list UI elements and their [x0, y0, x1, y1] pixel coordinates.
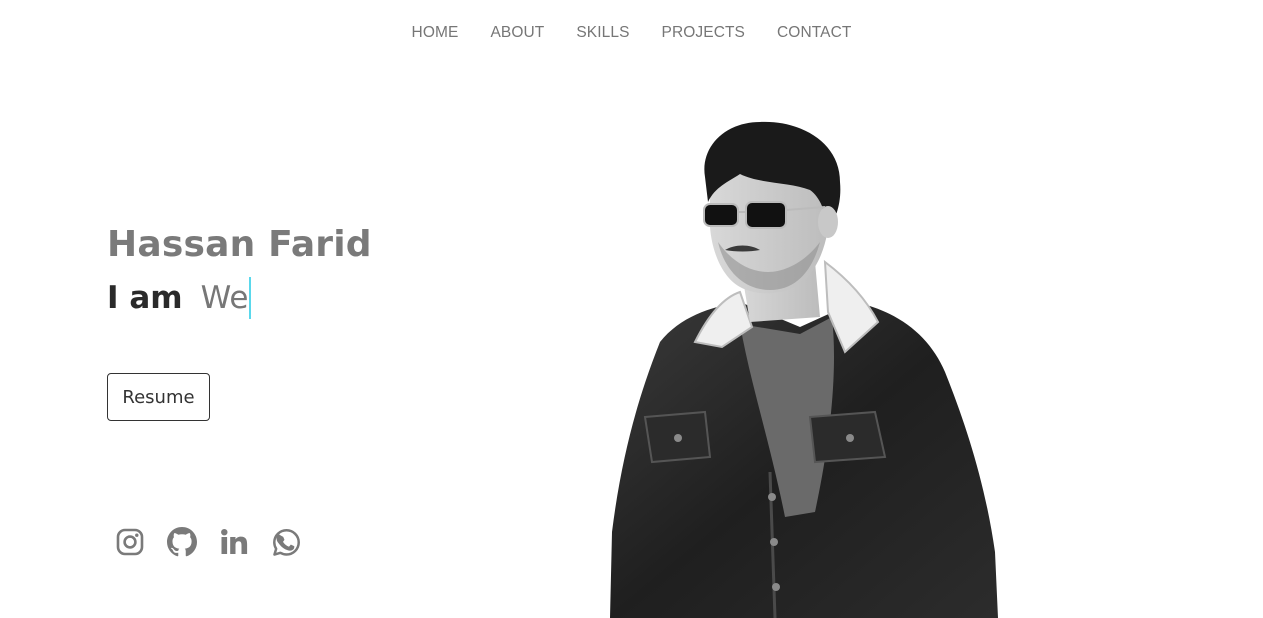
instagram-icon — [116, 528, 144, 556]
social-links — [114, 526, 322, 558]
portrait-photo — [610, 121, 998, 618]
hero-role-typed: We — [200, 280, 249, 316]
nav-contact-link[interactable]: CONTACT — [777, 24, 851, 42]
whatsapp-icon — [272, 528, 301, 557]
whatsapp-link[interactable] — [270, 526, 302, 558]
nav-home-link[interactable]: HOME — [412, 24, 459, 42]
typing-cursor — [249, 277, 252, 319]
hero-role-line: I am We — [107, 277, 252, 319]
nav-skills-link[interactable]: SKILLS — [576, 24, 629, 42]
resume-button[interactable]: Resume — [107, 373, 210, 421]
nav-about-link[interactable]: ABOUT — [490, 24, 544, 42]
instagram-link[interactable] — [114, 526, 146, 558]
github-icon — [167, 527, 197, 557]
nav-projects-link[interactable]: PROJECTS — [662, 24, 745, 42]
top-navigation: HOME ABOUT SKILLS PROJECTS CONTACT — [0, 0, 1263, 66]
hero-name: Hassan Farid — [107, 224, 372, 265]
hero-role-prefix: I am — [107, 280, 183, 316]
portfolio-page: HOME ABOUT SKILLS PROJECTS CONTACT Hassa… — [0, 0, 1263, 618]
linkedin-icon — [220, 528, 248, 556]
linkedin-link[interactable] — [218, 526, 250, 558]
github-link[interactable] — [166, 526, 198, 558]
